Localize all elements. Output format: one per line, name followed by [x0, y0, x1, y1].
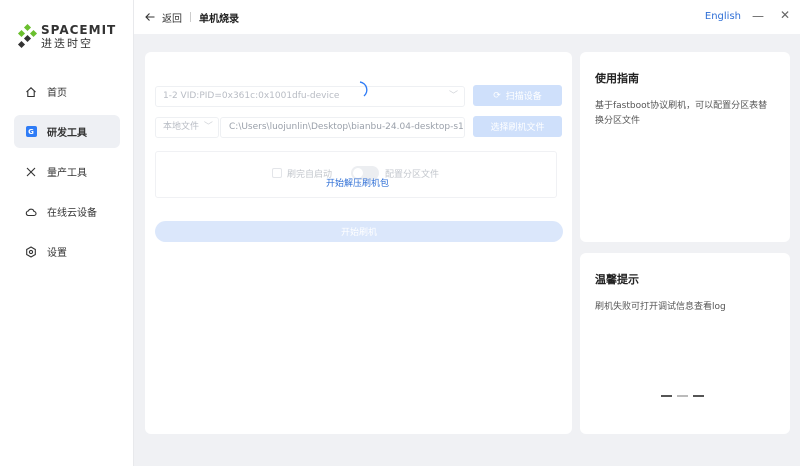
auto-reboot-checkbox[interactable]	[272, 168, 282, 178]
chevron-down-icon: ﹀	[448, 91, 458, 101]
dev-tools-icon: G	[25, 126, 37, 138]
sidebar-item-label: 量产工具	[47, 168, 87, 179]
sidebar-item-cloud-devices[interactable]: 在线云设备	[14, 195, 120, 228]
choose-file-button[interactable]: 选择刷机文件	[473, 116, 562, 137]
sidebar-nav: 首页 G 研发工具 量产工具 在线云设备 设置	[14, 68, 120, 268]
sidebar-item-home[interactable]: 首页	[14, 75, 120, 108]
sidebar-item-dev-tools[interactable]: G 研发工具	[14, 115, 120, 148]
sidebar-item-label: 研发工具	[47, 128, 87, 139]
close-button[interactable]: ✕	[780, 8, 790, 22]
tips-card: 温馨提示 刷机失败可打开调试信息查看log	[580, 253, 790, 434]
tips-text: 刷机失败可打开调试信息查看log	[595, 302, 726, 312]
guide-title: 使用指南	[595, 72, 639, 85]
carousel-dot[interactable]	[693, 395, 704, 397]
language-switch[interactable]: English	[705, 11, 741, 22]
source-type-select[interactable]: 本地文件 ﹀	[155, 117, 219, 138]
chevron-down-icon: ﹀	[203, 122, 213, 132]
brand-logo: SPACEMIT 进迭时空	[16, 24, 116, 50]
sidebar: SPACEMIT 进迭时空 首页 G 研发工具 量产工具 在线云设备 设置	[0, 0, 134, 466]
home-icon	[25, 86, 37, 98]
cloud-icon	[25, 206, 37, 218]
settings-icon	[25, 245, 37, 258]
guide-text: 基于fastboot协议刷机，可以配置分区表替换分区文件	[595, 101, 768, 126]
sidebar-item-label: 首页	[47, 88, 67, 99]
tools-icon	[25, 166, 37, 178]
brand-name-cn: 进迭时空	[41, 37, 93, 50]
flash-panel: 1-2 VID:PID=0x361c:0x1001dfu-device ﹀ ⟳ …	[145, 52, 572, 434]
top-bar: 返回 单机烧录 English — ✕	[134, 0, 800, 34]
page-title: 单机烧录	[199, 13, 239, 25]
loading-spinner-icon	[359, 81, 368, 97]
sidebar-item-label: 设置	[47, 248, 67, 259]
partition-config-label: 配置分区文件	[385, 170, 440, 180]
guide-card: 使用指南 基于fastboot协议刷机，可以配置分区表替换分区文件	[580, 52, 790, 242]
sidebar-item-production-tools[interactable]: 量产工具	[14, 155, 120, 188]
minimize-button[interactable]: —	[752, 9, 764, 23]
unzip-package-link[interactable]: 开始解压刷机包	[326, 176, 389, 189]
back-button[interactable]: 返回	[162, 10, 182, 25]
start-flash-button[interactable]: 开始刷机	[155, 221, 563, 242]
options-box: 刷完自启动 配置分区文件 开始解压刷机包	[155, 151, 557, 198]
device-select[interactable]: 1-2 VID:PID=0x361c:0x1001dfu-device ﹀	[155, 86, 465, 107]
carousel-dot[interactable]	[661, 395, 672, 397]
tips-title: 温馨提示	[595, 273, 639, 286]
carousel-dot[interactable]	[677, 395, 688, 397]
device-select-value: 1-2 VID:PID=0x361c:0x1001dfu-device	[163, 91, 340, 101]
file-path-input[interactable]: C:\Users\luojunlin\Desktop\bianbu-24.04-…	[220, 117, 465, 138]
sidebar-item-settings[interactable]: 设置	[14, 235, 120, 268]
spacemit-logo-icon	[17, 24, 38, 49]
brand-name-en: SPACEMIT	[41, 23, 117, 37]
scan-device-label: 扫描设备	[505, 92, 542, 102]
source-type-value: 本地文件	[163, 122, 200, 132]
carousel-indicator	[661, 395, 709, 397]
back-arrow-icon[interactable]	[144, 11, 156, 23]
scan-device-button[interactable]: ⟳ 扫描设备	[473, 85, 562, 106]
refresh-icon: ⟳	[493, 90, 501, 101]
sidebar-item-label: 在线云设备	[47, 208, 97, 219]
divider	[190, 12, 191, 22]
